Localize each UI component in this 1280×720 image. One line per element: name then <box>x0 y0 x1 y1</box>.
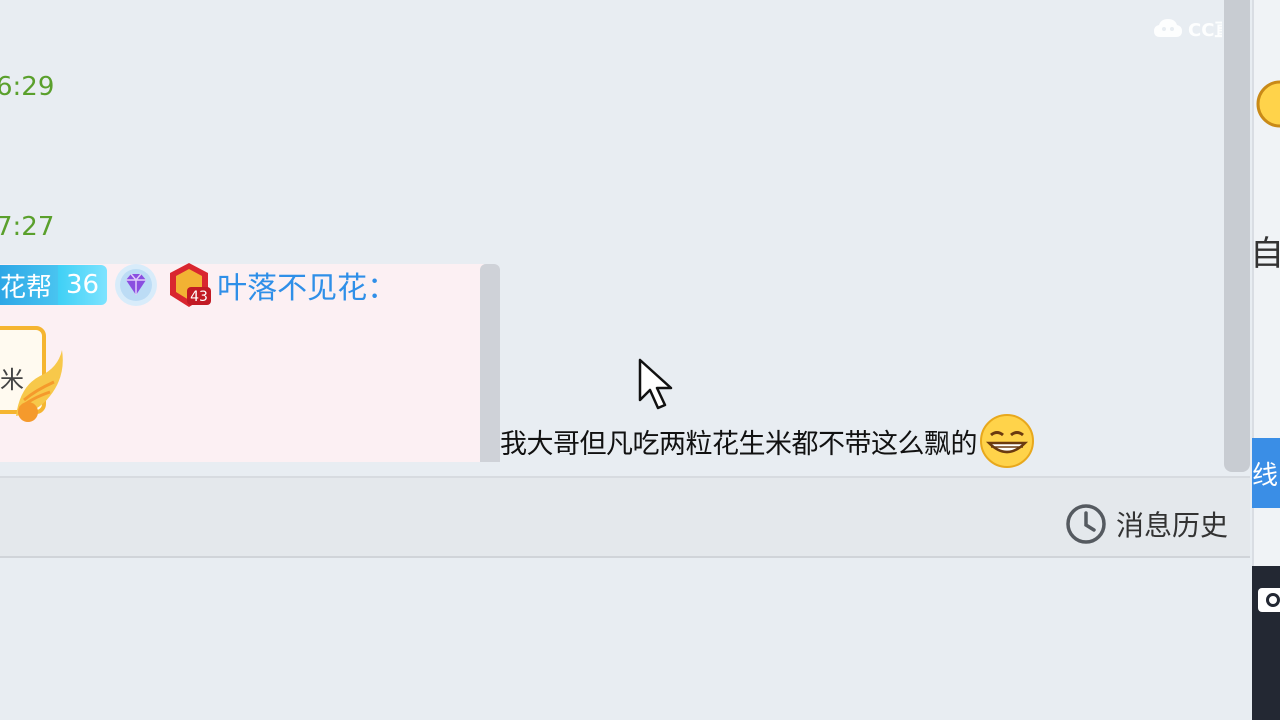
chat-message-content: 我大哥但凡吃两粒花生米都不带这么飘的 <box>500 428 978 460</box>
side-panel-button-label: 线 <box>1252 460 1279 491</box>
clock-icon <box>1066 504 1106 544</box>
camera-icon[interactable] <box>1256 580 1280 620</box>
chat-input-area[interactable] <box>0 558 1250 720</box>
fan-badge-name: 花帮 <box>0 265 59 305</box>
user-level-icon: 43 <box>170 263 212 307</box>
mouse-cursor-icon <box>638 358 673 410</box>
message-timestamp: 7:27 <box>0 212 55 242</box>
chat-username[interactable]: 叶落不见花： <box>217 263 397 307</box>
diamond-vip-icon <box>115 264 158 306</box>
fan-badge-level: 36 <box>58 265 108 305</box>
side-emoji-icon <box>1256 80 1280 128</box>
chat-user-line: 花帮 36 43 叶落不见花： <box>0 263 397 307</box>
grin-emoji-icon <box>980 414 1034 468</box>
fan-badge[interactable]: 花帮 36 <box>0 265 108 305</box>
chat-toolbar: 消息历史 <box>0 476 1250 558</box>
user-level-number: 43 <box>190 289 208 305</box>
bubble-scrollbar[interactable] <box>480 264 500 462</box>
message-history-button[interactable]: 消息历史 <box>1064 502 1228 546</box>
message-history-label: 消息历史 <box>1115 509 1228 542</box>
chat-message-text: 我大哥但凡吃两粒花生米都不带这么飘的 <box>500 414 1035 468</box>
side-panel-text: 自 <box>1250 234 1280 274</box>
side-panel-button[interactable]: 线 <box>1252 438 1280 508</box>
chat-message-list[interactable]: 6:29 7:27 花帮 36 43 叶落不见花： 米 我大哥但凡吃两粒花生米都… <box>0 0 1226 476</box>
message-timestamp: 6:29 <box>0 72 55 102</box>
chat-scrollbar-thumb[interactable] <box>1224 0 1250 472</box>
gift-wing-icon <box>16 350 63 422</box>
